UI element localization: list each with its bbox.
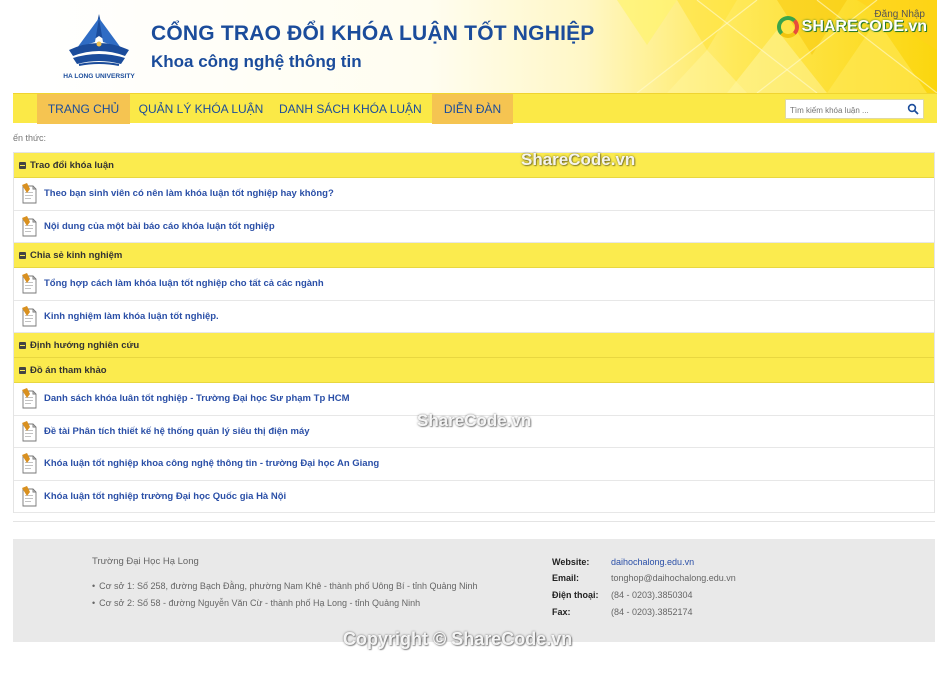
topic-link[interactable]: Tổng hợp cách làm khóa luận tốt nghiệp c… [44, 278, 324, 289]
topic-link[interactable]: Khóa luận tốt nghiệp trường Đại học Quốc… [44, 491, 286, 502]
watermark: ShareCode.vn [417, 411, 532, 430]
document-icon [22, 273, 37, 294]
forum-topic-row: Kinh nghiệm làm khóa luận tốt nghiệp. [14, 300, 934, 333]
nav-item-thesis-list[interactable]: DANH SÁCH KHÓA LUẬN [279, 94, 422, 124]
footer-fax-label: Fax: [552, 607, 571, 617]
watermark: Copyright © ShareCode.vn [343, 629, 573, 649]
topic-link[interactable]: Danh sách khóa luân tốt nghiệp - Trường … [44, 393, 350, 404]
forum-category[interactable]: Trao đổi khóa luận [14, 153, 934, 178]
nav-item-manage-theses[interactable]: QUẢN LÝ KHÓA LUẬN [137, 94, 265, 124]
category-title: Trao đổi khóa luận [30, 159, 114, 171]
category-title: Định hướng nghiên cứu [30, 339, 140, 351]
footer: Trường Đại Học Hạ Long Cơ sở 1: Số 258, … [13, 539, 935, 642]
search-icon[interactable] [907, 103, 919, 115]
document-icon [22, 485, 37, 507]
document-icon [22, 183, 37, 204]
sharecode-badge: SHARECODE.vn [776, 16, 927, 38]
footer-email: tonghop@daihochalong.edu.vn [611, 573, 736, 583]
topic-link[interactable]: Theo bạn sinh viên có nên làm khóa luận … [44, 188, 334, 199]
category-title: Đồ án tham khảo [30, 364, 107, 376]
forum-topic-row: Theo bạn sinh viên có nên làm khóa luận … [14, 178, 934, 211]
collapse-icon[interactable] [19, 251, 26, 259]
breadcrumb: ến thức: [13, 133, 47, 143]
site-title: CỔNG TRAO ĐỔI KHÓA LUẬN TỐT NGHIỆP [151, 22, 595, 45]
footer-fax: (84 - 0203).3852174 [611, 607, 693, 617]
collapse-icon[interactable] [19, 161, 26, 169]
main-nav: TRANG CHỦ QUẢN LÝ KHÓA LUẬN DANH SÁCH KH… [13, 93, 937, 124]
forum-topic-row: Khóa luận tốt nghiệp khoa công nghệ thôn… [14, 448, 934, 481]
document-icon [22, 388, 37, 409]
footer-email-label: Email: [552, 573, 580, 583]
footer-website-link[interactable]: daihochalong.edu.vn [611, 557, 694, 567]
forum-category[interactable]: Đồ án tham khảo [14, 358, 934, 383]
footer-address: Cơ sở 1: Số 258, đường Bạch Đằng, phường… [92, 581, 477, 591]
forum-list: Trao đổi khóa luận Theo bạn sinh viên có … [13, 152, 935, 513]
site-subtitle: Khoa công nghệ thông tin [151, 52, 362, 71]
collapse-icon[interactable] [19, 366, 26, 374]
search-input[interactable] [786, 101, 904, 120]
collapse-icon[interactable] [19, 341, 26, 349]
sharecode-badge-text: SHARECODE.vn [801, 18, 927, 35]
document-icon [22, 420, 37, 442]
footer-phone: (84 - 0203).3850304 [611, 590, 693, 600]
document-icon [22, 453, 37, 474]
topic-link[interactable]: Khóa luận tốt nghiệp khoa công nghệ thôn… [44, 458, 379, 469]
nav-item-forum[interactable]: DIỄN ĐÀN [432, 94, 513, 124]
footer-phone-label: Điện thoại: [552, 590, 599, 600]
footer-website-label: Website: [552, 557, 590, 567]
logo-caption: HA LONG UNIVERSITY [63, 73, 135, 80]
forum-topic-row: Nội dung của một bài báo cáo khóa luận t… [14, 210, 934, 243]
university-logo[interactable]: HA LONG UNIVERSITY [59, 10, 139, 82]
document-icon [22, 215, 37, 237]
site-banner: HA LONG UNIVERSITY CỔNG TRAO ĐỔI KHÓA LU… [13, 0, 937, 93]
forum-divider [13, 521, 935, 522]
forum-category[interactable]: Chia sẻ kinh nghiệm [14, 243, 934, 268]
category-title: Chia sẻ kinh nghiệm [30, 249, 123, 261]
topic-link[interactable]: Kinh nghiệm làm khóa luận tốt nghiệp. [44, 311, 219, 322]
document-icon [22, 305, 37, 327]
footer-school-name: Trường Đại Học Hạ Long [92, 556, 199, 567]
forum-topic-row: Khóa luận tốt nghiệp trường Đại học Quốc… [14, 480, 934, 513]
forum-category[interactable]: Định hướng nghiên cứu [14, 333, 934, 358]
nav-item-home[interactable]: TRANG CHỦ [37, 94, 130, 124]
topic-link[interactable]: Nội dung của một bài báo cáo khóa luận t… [44, 221, 275, 232]
watermark: ShareCode.vn [521, 150, 636, 169]
forum-topic-row: Tổng hợp cách làm khóa luận tốt nghiệp c… [14, 268, 934, 301]
sharecode-logo-icon [776, 16, 799, 38]
search-box [785, 99, 924, 120]
footer-address: Cơ sở 2: Số 58 - đường Nguyễn Văn Cừ - t… [92, 598, 420, 608]
topic-link[interactable]: Đề tài Phân tích thiết kế hệ thống quản … [44, 426, 310, 437]
